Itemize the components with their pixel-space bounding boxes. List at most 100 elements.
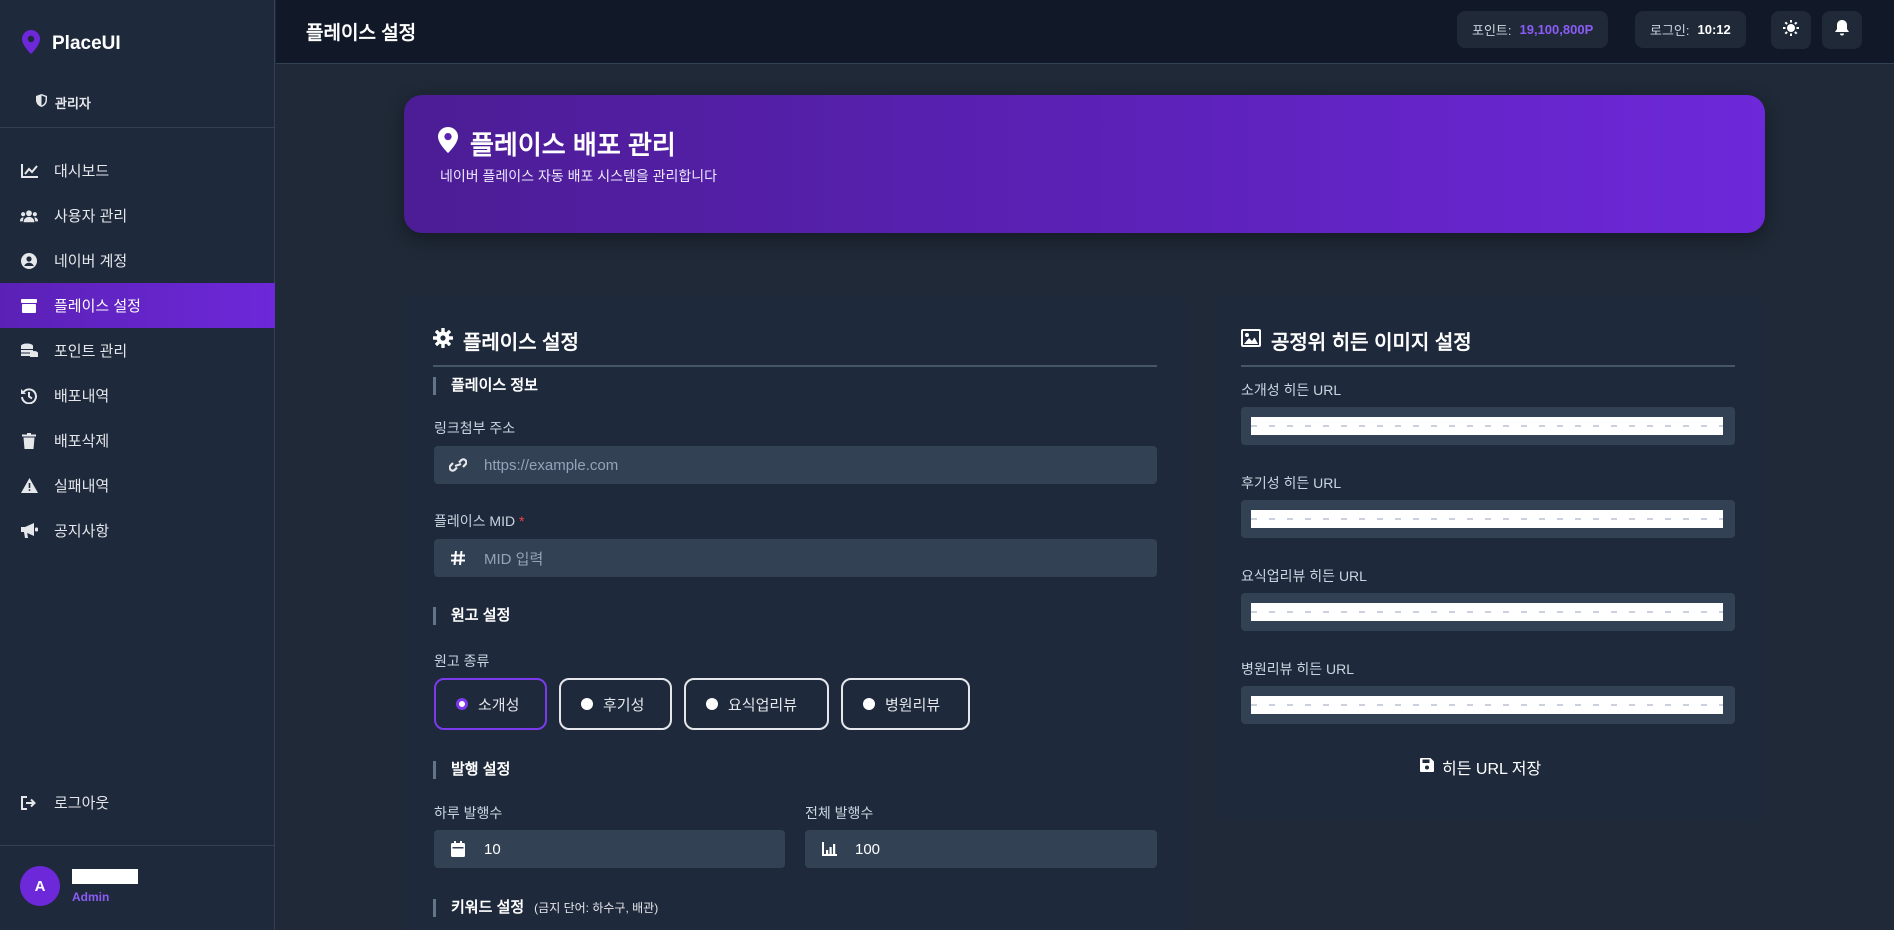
banner-title-text: 플레이스 배포 관리 [470,130,676,160]
section-keyword: 키워드 설정 (금지 단어: 하수구, 배관) [433,899,658,917]
place-settings-title: 플레이스 설정 [433,326,579,355]
brand[interactable]: PlaceUI [0,0,274,64]
sidebar-item-label: 사용자 관리 [54,208,128,225]
sidebar-item-users[interactable]: 사용자 관리 [0,193,275,238]
title-divider [1241,365,1735,367]
warning-icon [20,477,38,495]
daily-label: 하루 발행수 [434,805,503,821]
redacted-url [1251,510,1723,528]
logout-button[interactable]: 로그아웃 [0,780,275,825]
login-time-badge: 로그인: 10:12 [1635,11,1746,48]
user-profile[interactable]: A Admin [20,866,138,906]
points-badge: 포인트: 19,100,800P [1457,11,1609,48]
page-title: 플레이스 설정 [306,23,417,44]
hidden-url-input-intro[interactable] [1241,407,1735,445]
radio-label: 요식업리뷰 [728,696,798,714]
map-marker-icon [438,127,458,160]
sidebar-item-place-settings[interactable]: 플레이스 설정 [0,283,275,328]
hidden-url-label-hospital: 병원리뷰 히든 URL [1241,661,1355,677]
banner-subtitle: 네이버 플레이스 자동 배포 시스템을 관리합니다 [440,168,718,184]
link-input[interactable]: https://example.com [434,446,1157,484]
total-count-input[interactable]: 100 [805,830,1157,868]
users-icon [20,207,38,225]
radio-draft-restaurant[interactable]: 요식업리뷰 [684,678,829,730]
link-label: 링크첨부 주소 [434,420,516,436]
radio-draft-review[interactable]: 후기성 [559,678,672,730]
radio-draft-intro[interactable]: 소개성 [434,678,547,730]
daily-count-input[interactable]: 10 [434,830,785,868]
sidebar-item-label: 공지사항 [54,523,110,540]
sidebar-item-deploy-delete[interactable]: 배포삭제 [0,418,275,463]
daily-count-value: 10 [484,840,501,858]
hidden-url-input-restaurant[interactable] [1241,593,1735,631]
trash-icon [20,432,38,450]
section-draft: 원고 설정 [433,607,510,625]
link-placeholder: https://example.com [484,456,619,474]
sign-out-icon [20,794,38,812]
mid-placeholder: MID 입력 [484,550,544,568]
theme-toggle-button[interactable] [1771,11,1811,49]
hidden-image-card [1214,295,1764,820]
login-label: 로그인: [1650,23,1690,38]
sidebar-divider [0,127,275,128]
user-circle-icon [20,252,38,270]
draft-type-label: 원고 종류 [434,653,490,669]
hidden-image-title-text: 공정위 히든 이미지 설정 [1271,332,1472,354]
title-divider [433,365,1157,367]
bar-chart-icon [819,842,839,856]
section-keyword-text: 키워드 설정 [451,899,525,916]
sidebar-divider [0,845,275,846]
save-label: 히든 URL 저장 [1442,761,1542,778]
calendar-icon [448,841,468,857]
sidebar-item-label: 플레이스 설정 [54,298,141,315]
redacted-url [1251,696,1723,714]
sidebar-item-notices[interactable]: 공지사항 [0,508,275,553]
chart-line-icon [20,162,38,180]
page-banner: 플레이스 배포 관리 네이버 플레이스 자동 배포 시스템을 관리합니다 [404,95,1765,233]
gear-icon [433,327,453,354]
coins-icon [20,342,38,360]
mid-label: 플레이스 MID * [434,511,524,531]
radio-dot-checked [456,698,468,710]
avatar: A [20,866,60,906]
mid-input[interactable]: MID 입력 [434,539,1157,577]
radio-label: 소개성 [478,696,520,714]
radio-label: 병원리뷰 [885,696,941,714]
banner-title: 플레이스 배포 관리 [438,125,676,162]
hidden-url-input-hospital[interactable] [1241,686,1735,724]
notifications-button[interactable] [1822,11,1862,49]
save-hidden-url-button[interactable]: 히든 URL 저장 [1420,755,1541,779]
hidden-url-label-intro: 소개성 히든 URL [1241,382,1342,398]
sidebar-item-label: 네이버 계정 [54,253,128,270]
sidebar-item-dashboard[interactable]: 대시보드 [0,148,275,193]
map-pin-icon [22,29,40,59]
radio-dot [581,698,593,710]
place-settings-title-text: 플레이스 설정 [463,332,579,354]
total-count-value: 100 [855,840,881,858]
sidebar-item-points[interactable]: 포인트 관리 [0,328,275,373]
role-label: 관리자 [55,95,91,111]
link-icon [448,458,468,472]
megaphone-icon [20,522,38,540]
shield-icon [36,94,47,110]
section-publish: 발행 설정 [433,761,510,779]
sidebar-item-naver-account[interactable]: 네이버 계정 [0,238,275,283]
keyword-note: (금지 단어: 하수구, 배관) [534,901,659,915]
login-value: 10:12 [1697,22,1731,37]
store-icon [20,297,38,315]
points-label: 포인트: [1472,23,1512,38]
image-icon [1241,328,1261,353]
hidden-image-title: 공정위 히든 이미지 설정 [1241,326,1472,355]
sidebar-item-label: 포인트 관리 [54,343,128,360]
save-icon [1420,757,1434,777]
required-marker: * [518,513,525,529]
sidebar: PlaceUI 관리자 대시보드 사용자 관리 네이버 계정 플레이스 설정 포… [0,0,275,930]
mid-label-text: 플레이스 MID [434,513,516,529]
hidden-url-input-review[interactable] [1241,500,1735,538]
section-place-info: 플레이스 정보 [433,377,538,395]
hidden-url-label-restaurant: 요식업리뷰 히든 URL [1241,568,1367,584]
sidebar-item-deploy-history[interactable]: 배포내역 [0,373,275,418]
radio-draft-hospital[interactable]: 병원리뷰 [841,678,970,730]
total-label: 전체 발행수 [805,805,874,821]
sidebar-item-failures[interactable]: 실패내역 [0,463,275,508]
